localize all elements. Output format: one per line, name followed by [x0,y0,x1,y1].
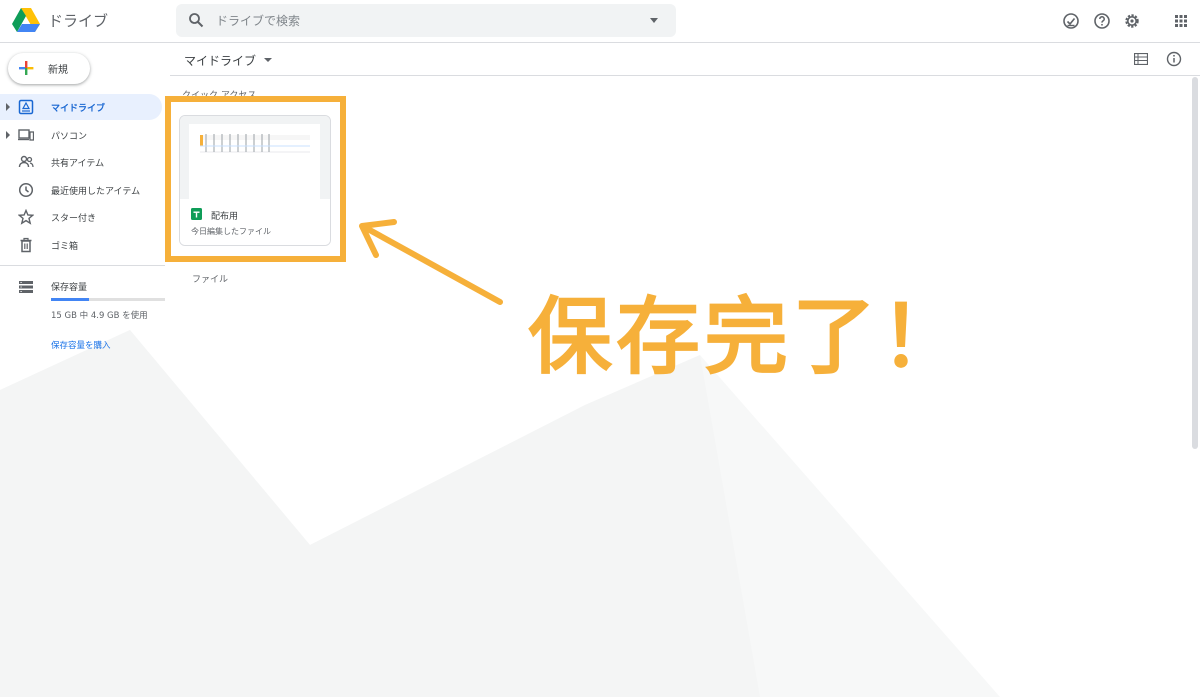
computers-icon [18,129,34,141]
storage-usage-text: 15 GB 中 4.9 GB を使用 [51,311,148,321]
storage-usage-bar-fill [51,298,89,301]
sidebar: 新規 マイドライブ パソコン 共有アイテム 最近使用したアイテム スター付き ゴ… [0,43,170,697]
sidebar-item-label: スター付き [51,214,97,224]
storage-label: 保存容量 [51,283,88,293]
scrollbar[interactable] [1192,77,1198,449]
sidebar-item-label: ゴミ箱 [51,242,79,252]
sidebar-item-shared[interactable]: 共有アイテム [0,149,162,175]
top-bar: ドライブ [0,0,1200,43]
sidebar-item-recent[interactable]: 最近使用したアイテム [0,177,162,203]
sidebar-item-computers[interactable]: パソコン [0,122,162,148]
sidebar-item-label: 最近使用したアイテム [51,187,141,197]
search-bar[interactable] [176,4,676,37]
files-heading: ファイル [192,275,229,285]
breadcrumb[interactable]: マイドライブ [184,52,256,69]
star-icon [18,209,34,225]
plus-icon [19,61,34,75]
annotation-arrow-icon [359,219,503,305]
sidebar-item-my-drive[interactable]: マイドライブ [0,94,162,120]
trash-icon [20,237,32,253]
sidebar-divider [0,265,165,266]
expand-caret-icon[interactable] [6,131,10,139]
new-button-label: 新規 [48,65,68,76]
my-drive-icon [18,99,34,115]
shared-with-me-icon [18,155,34,168]
app-title[interactable]: ドライブ [48,10,108,31]
sidebar-item-label: マイドライブ [51,104,106,114]
help-icon[interactable] [1093,12,1111,30]
settings-icon[interactable] [1123,12,1141,30]
recent-clock-icon [18,182,34,198]
sidebar-item-label: 共有アイテム [51,159,105,169]
search-icon[interactable] [188,12,204,28]
breadcrumb-dropdown-icon[interactable] [264,58,272,62]
apps-grid-icon[interactable] [1172,12,1190,30]
drive-logo-icon[interactable] [12,7,40,33]
storage-icon [19,281,33,293]
annotation-highlight-box [165,96,346,262]
drive-window: ドライブ ドライブで検索 新規 マイドライブ パソコン 共有アイテム 最近使用し… [0,0,1200,697]
search-options-dropdown-icon[interactable] [650,18,658,23]
new-button[interactable]: 新規 [8,53,90,84]
sidebar-item-label: パソコン [51,132,88,142]
sidebar-item-starred[interactable]: スター付き [0,204,162,230]
buy-storage-link[interactable]: 保存容量を購入 [51,339,111,351]
sidebar-item-trash[interactable]: ゴミ箱 [0,232,162,258]
annotation-callout-text: 保存完了！ [528,288,969,386]
offline-ready-icon[interactable] [1062,12,1080,30]
storage-usage-bar [51,298,165,301]
main-toolbar: マイドライブ [170,43,1200,76]
search-input[interactable] [216,10,636,31]
info-icon[interactable] [1166,51,1182,67]
list-view-icon[interactable] [1134,53,1148,65]
expand-caret-icon[interactable] [6,103,10,111]
